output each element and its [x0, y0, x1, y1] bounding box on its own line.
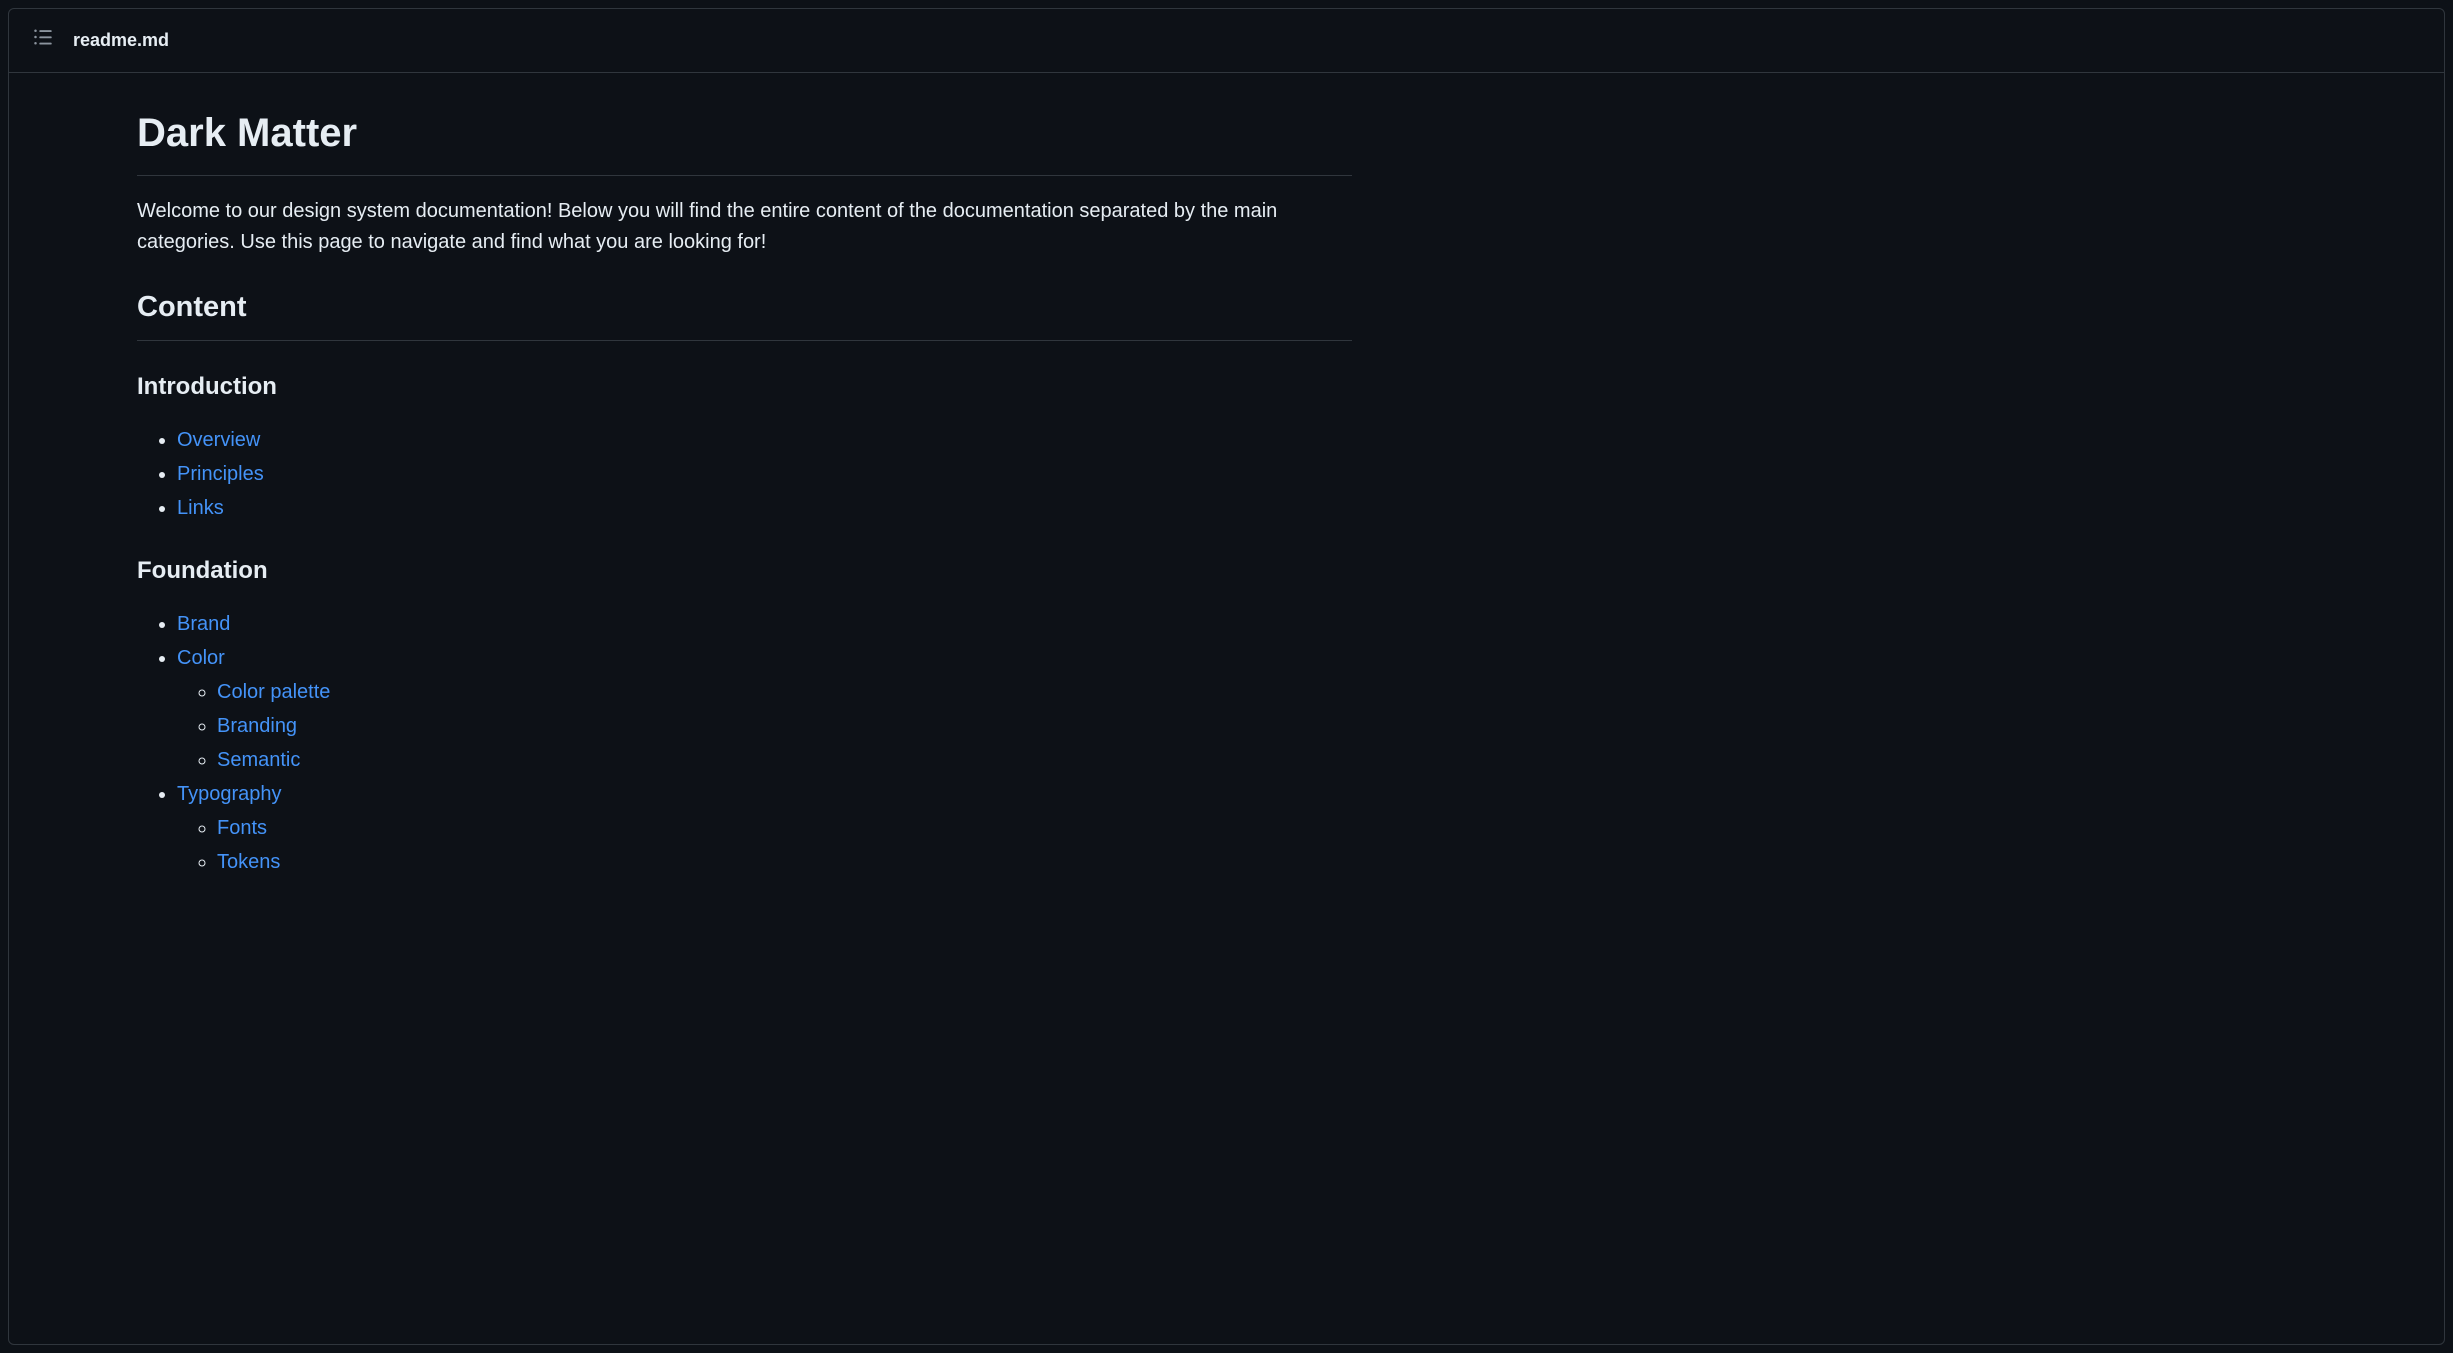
list-item: Semantic: [217, 743, 1352, 777]
section-heading-foundation: Foundation: [137, 553, 1352, 589]
link-semantic[interactable]: Semantic: [217, 749, 300, 771]
list-item: Fonts: [217, 811, 1352, 845]
list-item: Brand: [177, 607, 1352, 641]
link-typography[interactable]: Typography: [177, 783, 282, 805]
list-item: Typography Fonts Tokens: [177, 777, 1352, 879]
page-title: Dark Matter: [137, 103, 1352, 176]
list-item: Branding: [217, 709, 1352, 743]
document-content: Dark Matter Welcome to our design system…: [137, 73, 1352, 925]
link-color[interactable]: Color: [177, 647, 225, 669]
link-branding[interactable]: Branding: [217, 715, 297, 737]
list-icon: [33, 27, 53, 55]
content-heading: Content: [137, 286, 1352, 341]
list-item: Links: [177, 491, 1352, 525]
link-links[interactable]: Links: [177, 497, 224, 519]
filename: readme.md: [73, 27, 169, 54]
list-item: Color palette: [217, 675, 1352, 709]
intro-paragraph: Welcome to our design system documentati…: [137, 196, 1352, 258]
color-sublist: Color palette Branding Semantic: [177, 675, 1352, 777]
list-item: Color Color palette Branding Semantic: [177, 641, 1352, 777]
introduction-list: Overview Principles Links: [137, 423, 1352, 525]
link-overview[interactable]: Overview: [177, 429, 260, 451]
typography-sublist: Fonts Tokens: [177, 811, 1352, 879]
foundation-list: Brand Color Color palette Branding Seman…: [137, 607, 1352, 879]
link-principles[interactable]: Principles: [177, 463, 264, 485]
document-container: readme.md Dark Matter Welcome to our des…: [8, 8, 2445, 1345]
link-brand[interactable]: Brand: [177, 613, 230, 635]
link-color-palette[interactable]: Color palette: [217, 681, 330, 703]
file-header: readme.md: [9, 9, 2444, 73]
list-item: Overview: [177, 423, 1352, 457]
table-of-contents-button[interactable]: [33, 31, 53, 51]
list-item: Principles: [177, 457, 1352, 491]
list-item: Tokens: [217, 845, 1352, 879]
link-tokens[interactable]: Tokens: [217, 851, 280, 873]
section-heading-introduction: Introduction: [137, 369, 1352, 405]
link-fonts[interactable]: Fonts: [217, 817, 267, 839]
